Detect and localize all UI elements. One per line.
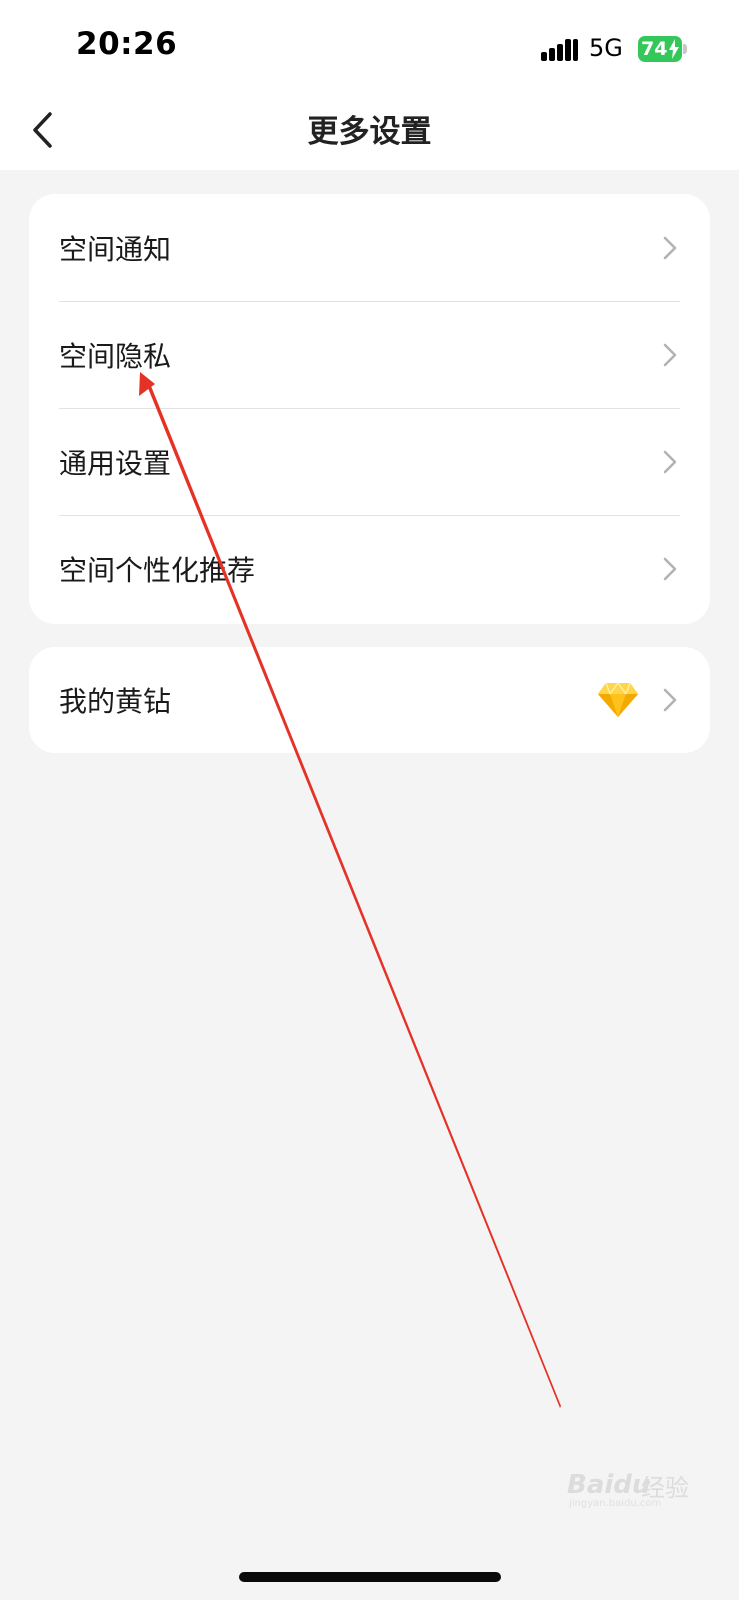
watermark-site: jingyan.baidu.com [569,1498,662,1509]
battery-tip [683,44,687,54]
battery-percent: 74 [641,38,668,60]
settings-item-personalized-recommendation[interactable]: 空间个性化推荐 [29,515,710,622]
page-title: 更多设置 [307,114,432,150]
settings-item-label: 通用设置 [59,446,172,480]
settings-item-space-privacy[interactable]: 空间隐私 [29,301,710,408]
network-type: 5G [589,34,623,62]
settings-group-card: 空间通知 空间隐私 通用设置 空间个性化推荐 [29,194,710,624]
settings-item-label: 空间隐私 [59,339,172,373]
membership-card: 我的黄钻 [29,647,710,753]
chevron-right-icon [663,343,677,366]
chevron-right-icon [663,236,677,259]
settings-item-space-notification[interactable]: 空间通知 [29,194,710,301]
settings-item-yellow-diamond[interactable]: 我的黄钻 [29,647,710,753]
cellular-signal-icon [541,39,578,61]
settings-item-label: 空间通知 [59,232,172,266]
home-indicator[interactable] [239,1572,501,1582]
settings-item-label: 我的黄钻 [59,685,172,718]
watermark-brand: Baidu [567,1470,651,1500]
yellow-diamond-icon [598,682,638,717]
settings-item-general-settings[interactable]: 通用设置 [29,408,710,515]
baidu-watermark: Baidu 经验 jingyan.baidu.com [567,1452,703,1509]
chevron-right-icon [663,557,677,580]
battery-icon: 74 [638,36,688,62]
chevron-right-icon [663,688,677,712]
charging-bolt-icon [669,39,679,59]
status-time: 20:26 [76,26,178,62]
chevron-right-icon [663,450,677,473]
settings-item-label: 空间个性化推荐 [59,553,256,587]
top-area: 20:26 5G 74 更多设置 [0,0,739,170]
